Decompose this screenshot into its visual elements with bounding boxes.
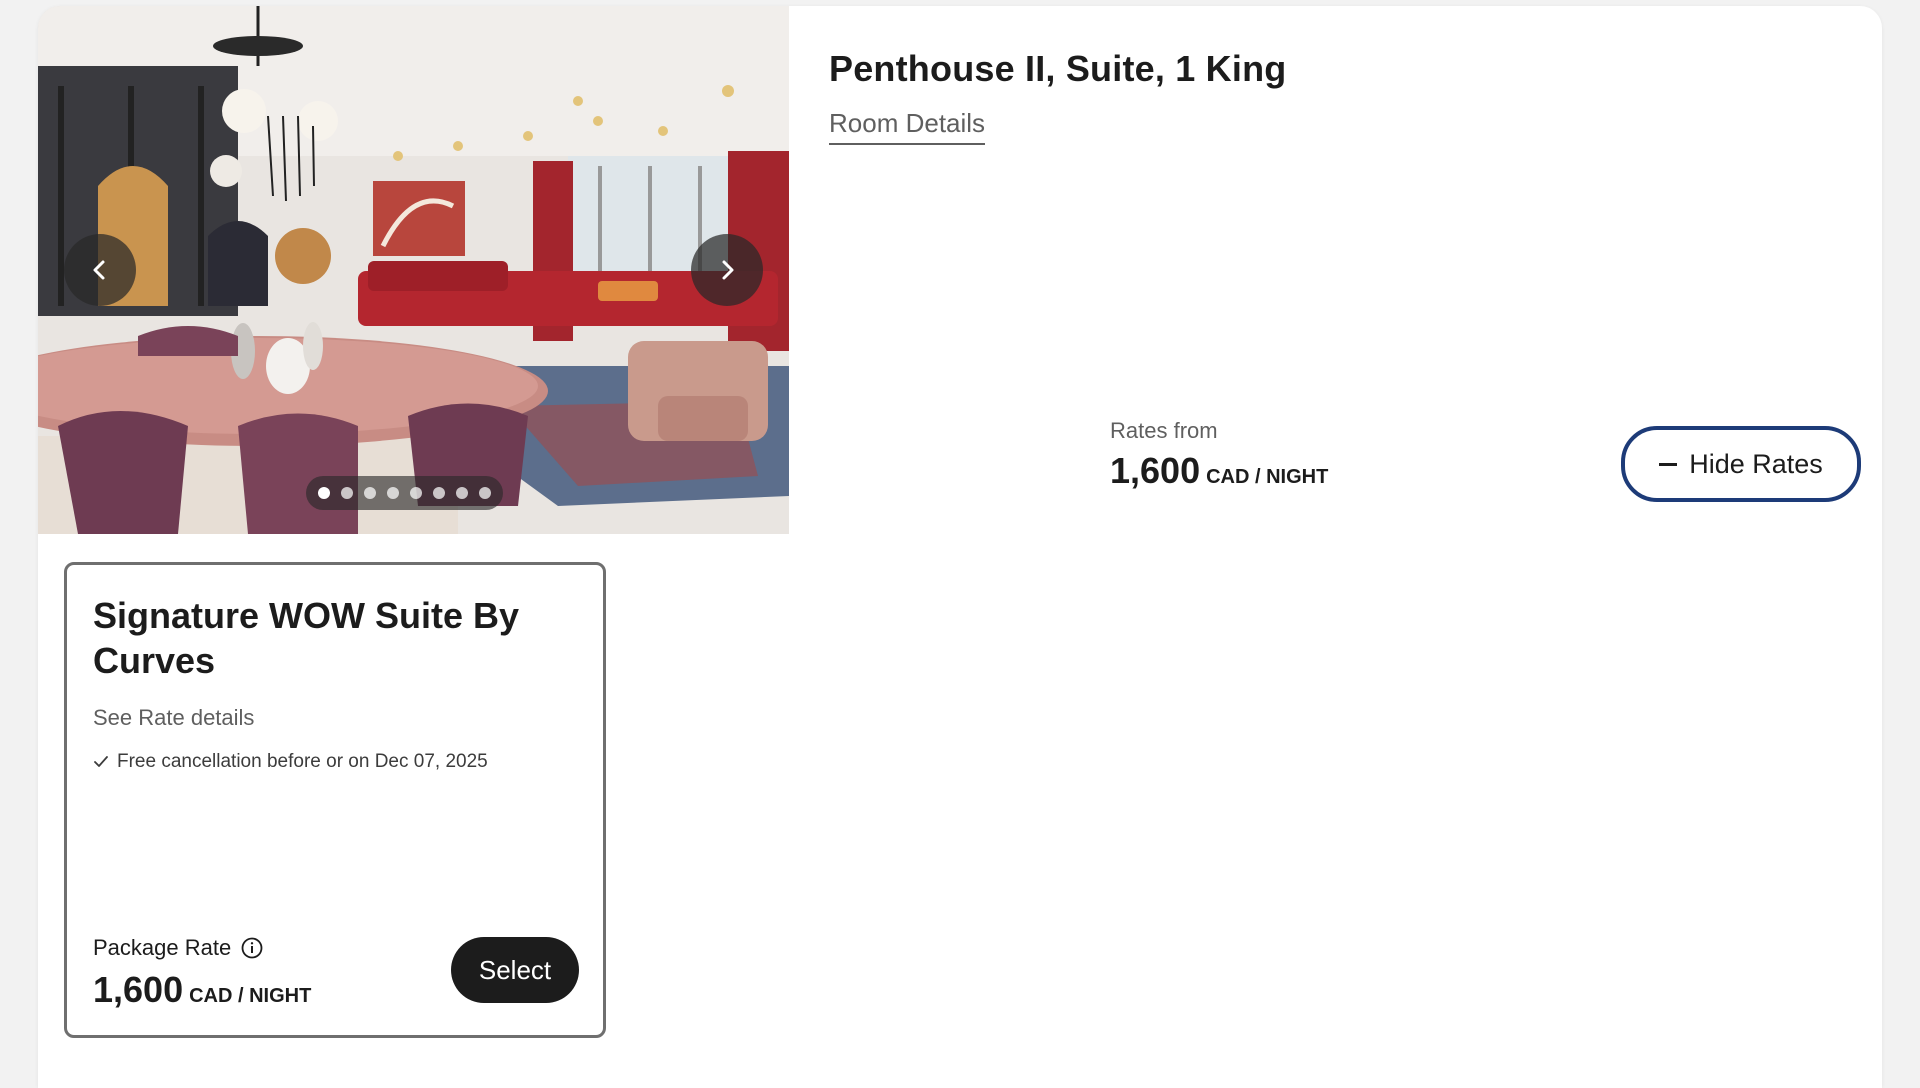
carousel-prev-button[interactable] [64,234,136,306]
select-button[interactable]: Select [451,937,579,1003]
room-photo [38,6,789,534]
rates-from-summary: Rates from 1,600 CAD / NIGHT [1110,418,1328,492]
package-price-amount: 1,600 [93,969,184,1010]
package-rate-label: Package Rate [93,935,263,961]
package-price-unit: CAD / NIGHT [189,985,312,1007]
carousel-next-button[interactable] [691,234,763,306]
see-rate-details-link[interactable]: See Rate details [93,705,254,731]
carousel-dot-2[interactable] [341,487,353,499]
carousel-dot-4[interactable] [387,487,399,499]
hide-rates-button[interactable]: Hide Rates [1621,426,1861,502]
rates-from-price: 1,600 CAD / NIGHT [1110,450,1328,492]
chevron-left-icon [93,260,105,280]
price-unit: CAD / NIGHT [1206,466,1329,488]
room-details-link[interactable]: Room Details [829,108,986,145]
cancellation-text: Free cancellation before or on Dec 07, 2… [117,751,488,772]
info-icon[interactable] [241,937,263,959]
room-title: Penthouse II, Suite, 1 King [829,48,1287,89]
price-amount: 1,600 [1110,450,1201,491]
carousel-dot-7[interactable] [456,487,468,499]
carousel-dot-1[interactable] [318,487,330,499]
carousel-dot-8[interactable] [479,487,491,499]
checkmark-icon [94,756,108,767]
rates-from-label: Rates from [1110,418,1218,443]
rate-card: Signature WOW Suite By Curves See Rate d… [64,562,606,1038]
carousel-pagination [306,476,503,510]
room-photo-carousel[interactable] [38,6,789,534]
rate-name: Signature WOW Suite By Curves [93,595,520,681]
chevron-right-icon [722,260,734,280]
carousel-dot-6[interactable] [433,487,445,499]
minus-icon [1659,462,1678,466]
carousel-dot-5[interactable] [410,487,422,499]
package-rate-text: Package Rate [93,935,232,960]
hide-rates-label: Hide Rates [1689,448,1823,479]
cancellation-policy: Free cancellation before or on Dec 07, 2… [93,751,488,773]
package-price: 1,600 CAD / NIGHT [93,969,311,1011]
room-card: Penthouse II, Suite, 1 King Room Details… [38,6,1882,1088]
carousel-dot-3[interactable] [364,487,376,499]
